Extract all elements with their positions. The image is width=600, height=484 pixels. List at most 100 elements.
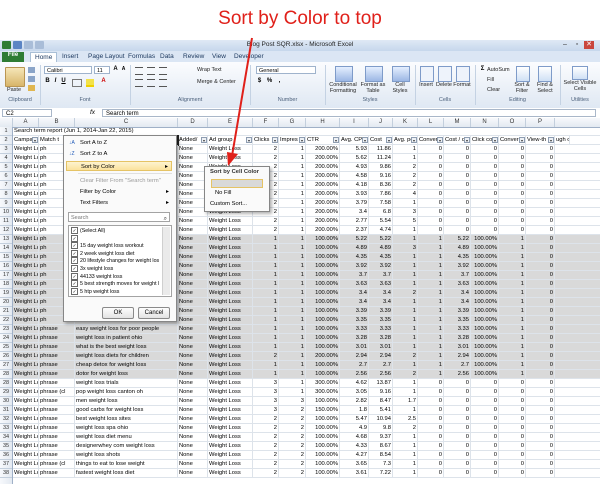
column-header[interactable]: N [471,118,499,127]
row-header[interactable]: 3 [0,145,12,154]
table-cell[interactable]: 2 [253,433,279,442]
table-cell[interactable]: 0 [444,451,471,460]
column-title-cell[interactable]: Campai [13,136,39,145]
table-cell[interactable]: 1 [279,361,306,370]
table-cell[interactable]: 2.7 [340,361,369,370]
table-cell[interactable]: 1 [418,244,444,253]
table-cell[interactable]: 5.93 [340,145,369,154]
table-cell[interactable]: Weight Loss [208,334,253,343]
table-cell[interactable]: Weight Loss [208,424,253,433]
table-cell[interactable]: 0 [526,217,555,226]
table-cell[interactable]: 2 [253,415,279,424]
table-cell[interactable]: 1 [279,370,306,379]
table-cell[interactable]: 1 [418,271,444,280]
table-cell[interactable]: 200.00% [306,172,340,181]
table-cell[interactable]: None [178,235,208,244]
table-cell[interactable]: 2 [253,442,279,451]
table-cell[interactable]: None [178,334,208,343]
table-cell[interactable]: 8.36 [369,181,393,190]
column-title-cell[interactable]: Clicks [253,136,279,145]
select-visible-cells-button[interactable]: Select Visible Cells [562,80,598,92]
table-cell[interactable]: 100.00% [306,433,340,442]
table-cell[interactable]: 200.00% [306,154,340,163]
table-cell[interactable]: 1 [253,343,279,352]
table-cell[interactable]: 1 [253,361,279,370]
table-cell[interactable]: 3.63 [340,280,369,289]
table-cell[interactable]: 1 [418,316,444,325]
table-cell[interactable]: 0 [471,199,499,208]
table-cell[interactable]: None [178,361,208,370]
table-cell[interactable]: phrase [39,370,75,379]
close-button[interactable]: ✕ [584,41,594,49]
column-header[interactable]: L [418,118,444,127]
table-cell[interactable]: 1 [279,190,306,199]
tab-page-layout[interactable]: Page Layout [88,52,125,62]
column-title-cell[interactable]: Added/ [178,136,208,145]
filter-list-item[interactable]: ✓ 5 htp weight loss [71,287,159,296]
tab-review[interactable]: Review [183,52,204,62]
table-cell[interactable]: 100.00% [306,325,340,334]
table-cell[interactable]: 0 [444,424,471,433]
row-header[interactable]: 26 [0,352,12,361]
table-cell[interactable]: None [178,307,208,316]
table-cell[interactable]: Weight Lo [13,424,39,433]
table-cell[interactable]: Weight Lo [13,379,39,388]
table-cell[interactable]: 0 [526,424,555,433]
table-cell[interactable]: Weight Loss [208,397,253,406]
currency-icon[interactable]: $ [256,78,263,85]
table-cell[interactable]: 1 [499,370,526,379]
table-cell[interactable]: 0 [526,172,555,181]
table-cell[interactable]: 0 [418,163,444,172]
table-cell[interactable]: 0 [499,208,526,217]
row-header[interactable]: 35 [0,442,12,451]
insert-button[interactable]: Insert [417,82,435,88]
table-cell[interactable]: 0 [526,199,555,208]
align-top-icon[interactable] [135,67,143,75]
table-cell[interactable]: 3.92 [444,262,471,271]
table-cell[interactable]: 9.8 [369,424,393,433]
table-cell[interactable]: 1 [393,343,418,352]
table-cell[interactable]: 1 [393,199,418,208]
row-header[interactable]: 28 [0,379,12,388]
table-cell[interactable]: 0 [526,298,555,307]
select-all-corner[interactable] [0,118,13,127]
table-cell[interactable]: 7.58 [369,199,393,208]
table-cell[interactable]: weight loss in patient ohio [75,334,178,343]
table-cell[interactable]: 3 [393,208,418,217]
table-cell[interactable]: 2 [279,442,306,451]
table-cell[interactable]: 1 [499,316,526,325]
table-cell[interactable]: 7.86 [369,190,393,199]
table-cell[interactable]: 1 [393,442,418,451]
row-header[interactable]: 29 [0,388,12,397]
table-cell[interactable]: Weight Lo [13,172,39,181]
table-cell[interactable]: 100.00% [306,451,340,460]
table-cell[interactable]: 3.33 [369,325,393,334]
table-cell[interactable]: 1 [418,298,444,307]
insert-cells-icon[interactable] [420,66,434,82]
column-header[interactable]: C [75,118,178,127]
table-cell[interactable]: Weight Loss [208,235,253,244]
column-title-cell[interactable]: Ad group [208,136,253,145]
table-cell[interactable]: 0 [444,433,471,442]
table-cell[interactable]: None [178,451,208,460]
table-cell[interactable]: 0 [471,208,499,217]
table-cell[interactable]: weight loss trials [75,379,178,388]
table-cell[interactable]: 1 [393,226,418,235]
checkbox-icon[interactable]: ✓ [71,234,78,242]
table-cell[interactable]: 0 [526,334,555,343]
sort-filter-button[interactable]: Sort & Filter [510,82,534,94]
table-cell[interactable]: 200.00% [306,208,340,217]
table-cell[interactable]: 0 [471,379,499,388]
table-cell[interactable]: 1 [279,343,306,352]
table-cell[interactable]: 5.41 [369,406,393,415]
table-cell[interactable]: Weight Lo [13,253,39,262]
table-cell[interactable]: 100.00% [306,397,340,406]
filter-dropdown-icon[interactable] [548,137,554,143]
table-cell[interactable]: 2.77 [340,217,369,226]
tab-file[interactable]: File [2,52,24,62]
table-cell[interactable]: 1 [253,280,279,289]
table-cell[interactable]: 0 [499,181,526,190]
table-cell[interactable]: 9.16 [369,172,393,181]
table-cell[interactable]: 0 [444,199,471,208]
table-cell[interactable]: 1 [253,307,279,316]
